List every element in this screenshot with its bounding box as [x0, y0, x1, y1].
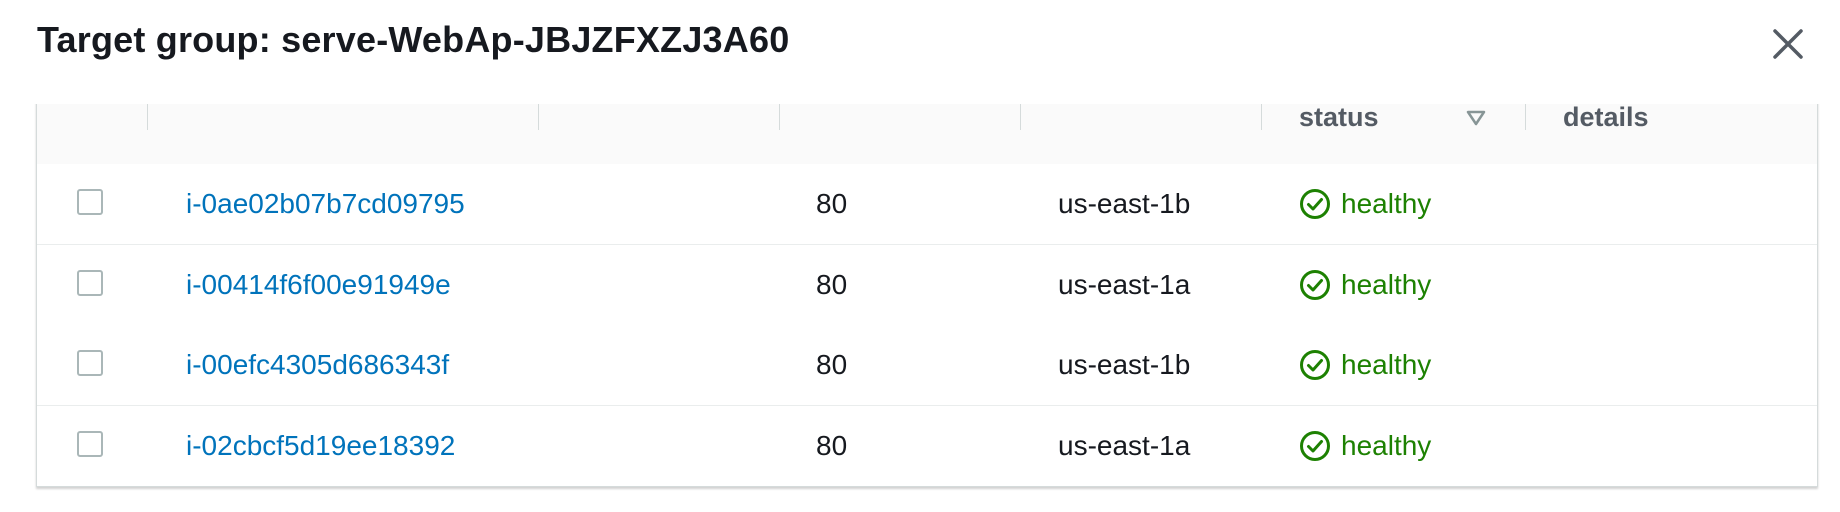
health-status: healthy	[1299, 164, 1499, 244]
zone-value: us-east-1b	[1058, 349, 1191, 380]
row-checkbox[interactable]	[77, 189, 103, 215]
row-checkbox[interactable]	[77, 270, 103, 296]
row-checkbox[interactable]	[77, 350, 103, 376]
column-separator	[1020, 104, 1021, 130]
port-value: 80	[816, 269, 848, 300]
sort-descending-icon[interactable]	[1465, 108, 1487, 128]
instance-id-link[interactable]: i-00414f6f00e91949e	[186, 245, 451, 325]
table-header: status details	[37, 96, 1817, 165]
instance-id-link[interactable]: i-00efc4305d686343f	[186, 325, 449, 405]
row-checkbox[interactable]	[77, 431, 103, 457]
table-row: i-02cbcf5d19ee18392 80 us-east-1a health…	[37, 406, 1817, 486]
health-status: healthy	[1299, 245, 1499, 325]
port-value: 80	[816, 430, 848, 461]
column-separator	[1525, 104, 1526, 130]
status-positive-icon	[1300, 189, 1330, 219]
health-status-label: healthy	[1341, 269, 1432, 300]
table-row: i-00414f6f00e91949e 80 us-east-1a health…	[37, 245, 1817, 326]
port-value: 80	[816, 349, 848, 380]
table-row: i-0ae02b07b7cd09795 80 us-east-1b health…	[37, 164, 1817, 245]
column-header-health-status[interactable]: status	[1299, 102, 1379, 133]
close-icon	[1773, 29, 1803, 59]
port-value: 80	[816, 188, 848, 219]
status-positive-icon	[1300, 350, 1330, 380]
table-row: i-00efc4305d686343f 80 us-east-1b health…	[37, 325, 1817, 406]
zone-value: us-east-1a	[1058, 269, 1191, 300]
health-status: healthy	[1299, 406, 1499, 486]
health-status-label: healthy	[1341, 430, 1432, 461]
column-separator	[538, 104, 539, 130]
column-separator	[779, 104, 780, 130]
health-status-label: healthy	[1341, 349, 1432, 380]
modal-header: Target group: serve-WebAp-JBJZFXZJ3A60	[0, 0, 1840, 104]
health-status-label: healthy	[1341, 188, 1432, 219]
targets-table: status details i-0ae02b07b7cd09795 80 us…	[36, 96, 1818, 487]
instance-id-link[interactable]: i-0ae02b07b7cd09795	[186, 164, 465, 244]
column-header-health-details[interactable]: details	[1563, 102, 1649, 133]
column-separator	[1261, 104, 1262, 130]
health-status: healthy	[1299, 325, 1499, 405]
status-positive-icon	[1300, 270, 1330, 300]
status-positive-icon	[1300, 431, 1330, 461]
zone-value: us-east-1b	[1058, 188, 1191, 219]
zone-value: us-east-1a	[1058, 430, 1191, 461]
column-separator	[147, 104, 148, 130]
close-button[interactable]	[1764, 20, 1812, 68]
instance-id-link[interactable]: i-02cbcf5d19ee18392	[186, 406, 455, 486]
modal-title: Target group: serve-WebAp-JBJZFXZJ3A60	[37, 19, 790, 60]
